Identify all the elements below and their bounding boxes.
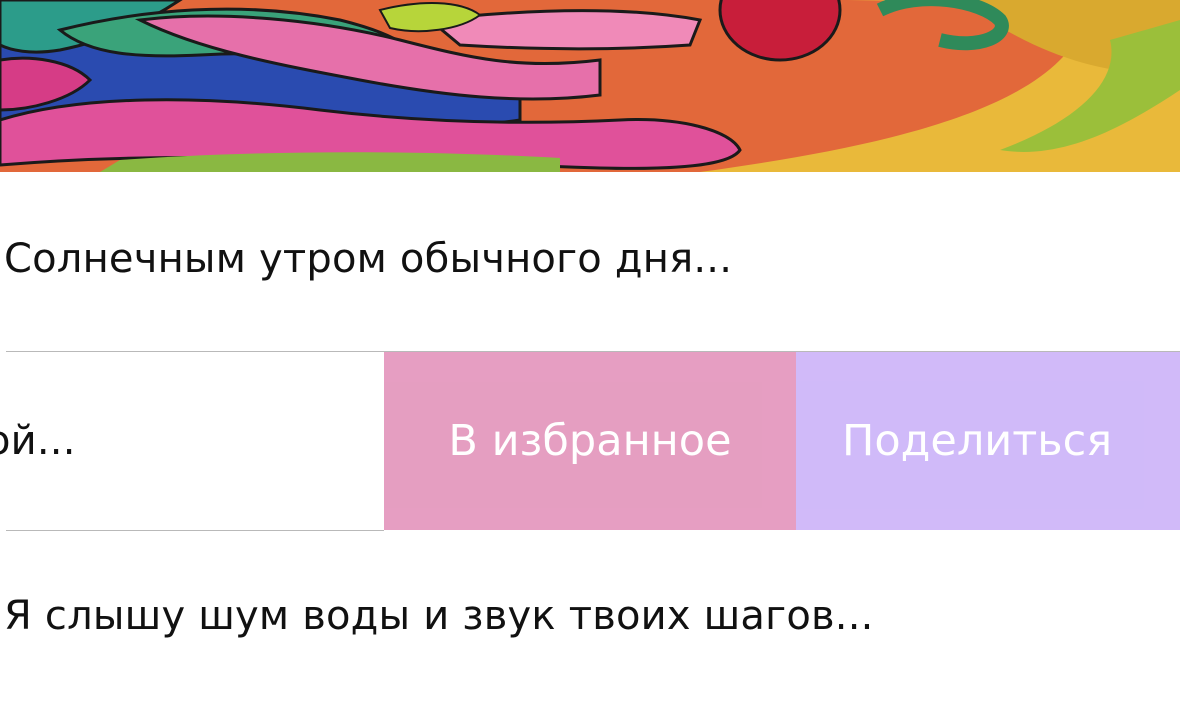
list-item-title: Солнечным утром обычного дня...: [4, 236, 733, 282]
list-item[interactable]: Солнечным утром обычного дня...: [0, 172, 1180, 352]
list-item[interactable]: Я слышу шум воды и звук твоих шагов...: [0, 531, 1180, 710]
list-item-title: ой...: [0, 418, 76, 464]
add-to-favorites-button[interactable]: В избранное: [384, 352, 796, 530]
artwork-image: [0, 0, 1180, 172]
screen: Солнечным утром обычного дня... ой... В …: [0, 0, 1180, 710]
list-item-title: Я слышу шум воды и звук твоих шагов...: [4, 593, 874, 639]
list-item-content[interactable]: ой...: [0, 352, 384, 530]
share-button[interactable]: Поделиться: [796, 352, 1180, 530]
list-item-swiped[interactable]: ой... В избранное Поделиться: [0, 352, 1180, 530]
